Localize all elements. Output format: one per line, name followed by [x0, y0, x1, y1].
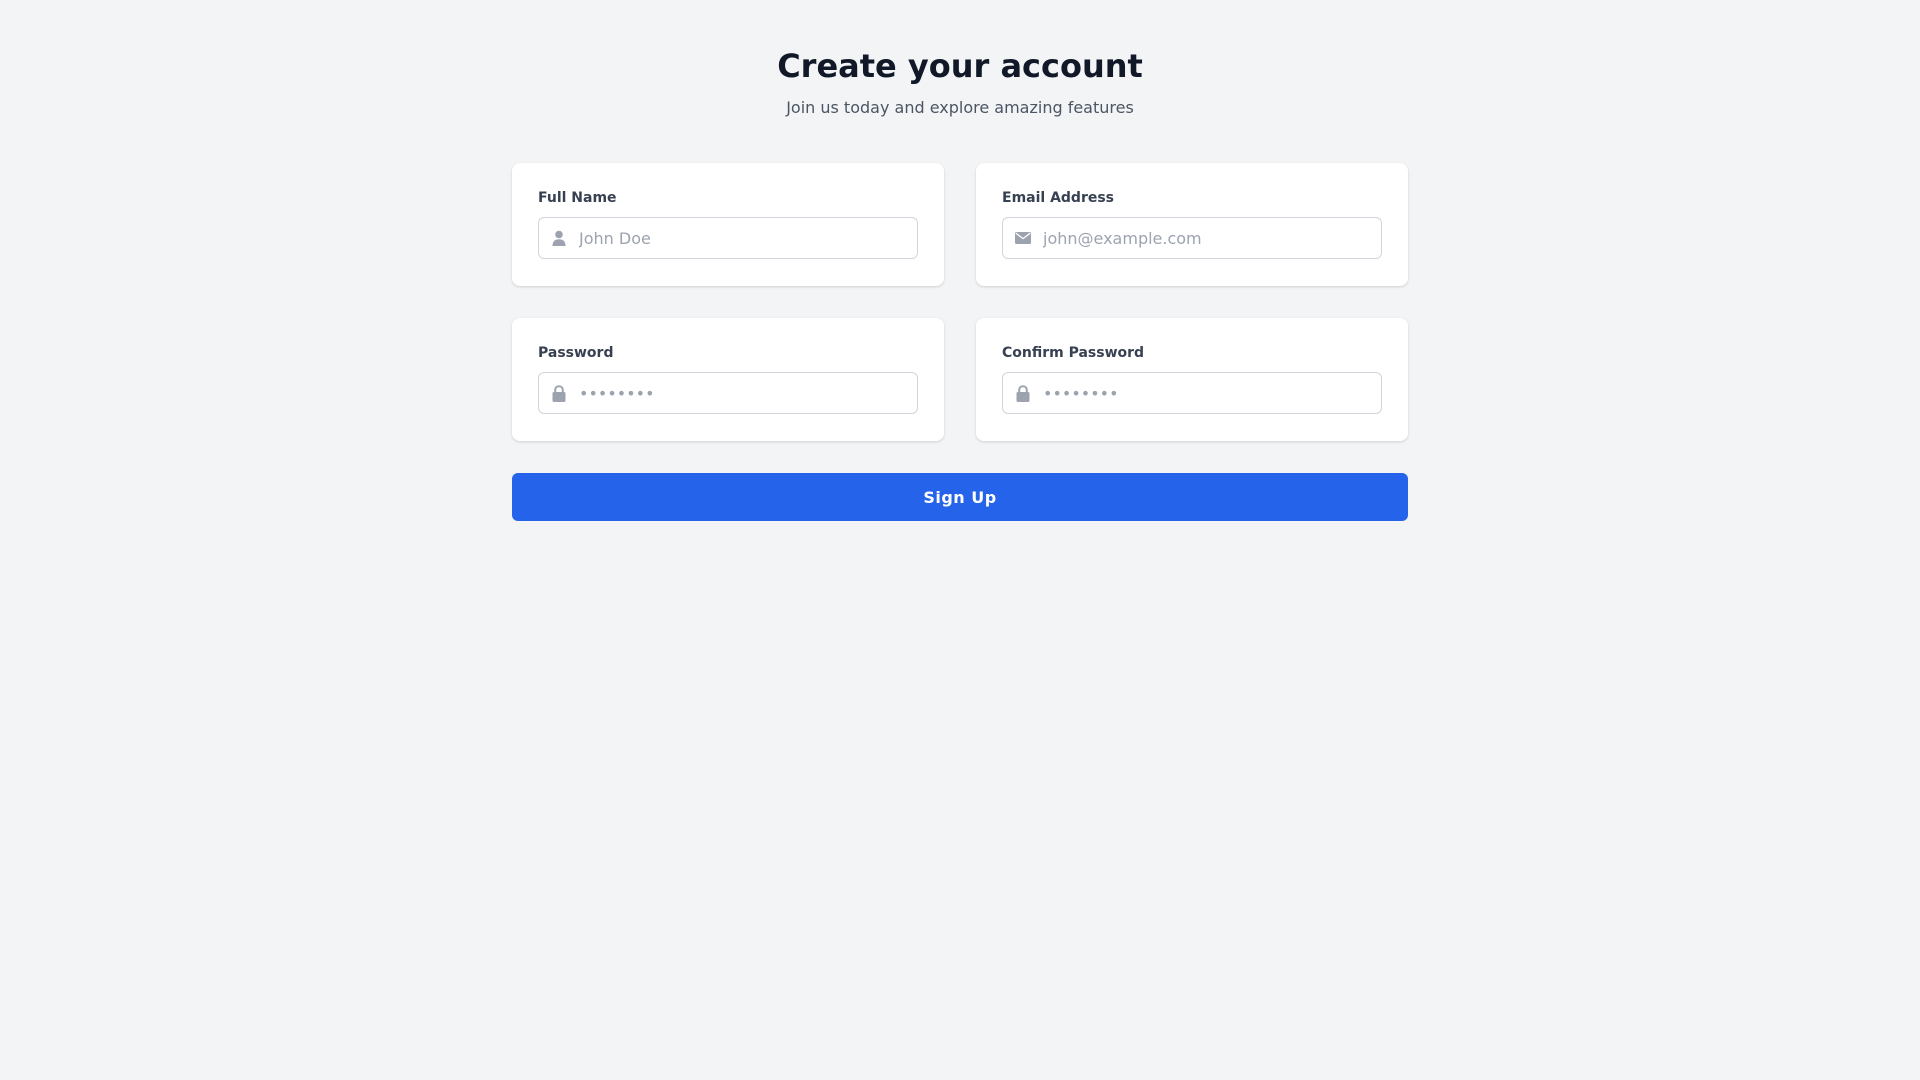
sign-up-button[interactable]: Sign Up [512, 473, 1408, 521]
password-label: Password [538, 345, 614, 361]
page-title: Create your account [777, 47, 1143, 85]
email-input[interactable] [1002, 217, 1382, 259]
confirm-password-label: Confirm Password [1002, 345, 1145, 361]
full-name-input[interactable] [538, 217, 918, 259]
email-card: Email Address [976, 163, 1408, 286]
page-subtitle: Join us today and explore amazing featur… [786, 98, 1134, 117]
envelope-icon [1015, 229, 1031, 247]
confirm-password-input[interactable] [1002, 372, 1382, 414]
lock-icon [551, 384, 567, 402]
email-input-wrapper [1002, 217, 1382, 259]
signup-form: Full Name Email Address [512, 163, 1408, 521]
fields-grid: Full Name Email Address [512, 163, 1408, 441]
confirm-password-input-wrapper [1002, 372, 1382, 414]
password-input[interactable] [538, 372, 918, 414]
full-name-card: Full Name [512, 163, 944, 286]
password-input-wrapper [538, 372, 918, 414]
page-header: Create your account Join us today and ex… [0, 44, 1920, 118]
password-card: Password [512, 318, 944, 441]
confirm-password-card: Confirm Password [976, 318, 1408, 441]
email-label: Email Address [1002, 190, 1115, 206]
user-icon [551, 229, 567, 247]
full-name-input-wrapper [538, 217, 918, 259]
signup-page: Create your account Join us today and ex… [0, 0, 1920, 1080]
full-name-label: Full Name [538, 190, 617, 206]
lock-icon [1015, 384, 1031, 402]
